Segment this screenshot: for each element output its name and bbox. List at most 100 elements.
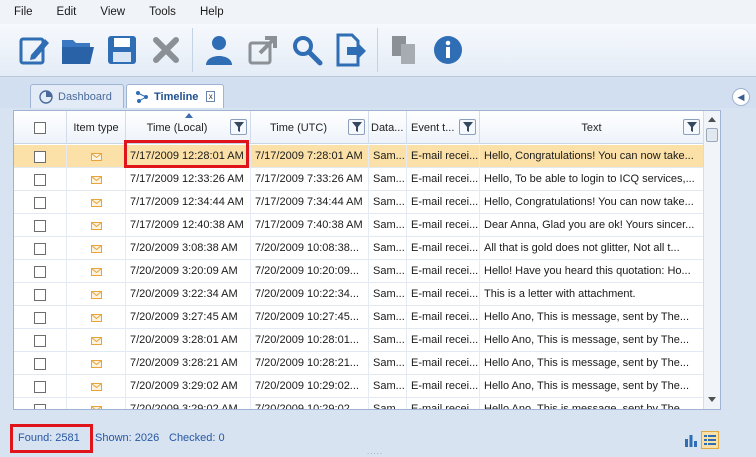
scroll-thumb[interactable] (706, 128, 718, 142)
scroll-down-icon[interactable] (708, 397, 716, 402)
column-event-label: Event t... (411, 121, 455, 134)
filter-icon (233, 122, 244, 132)
menu-view[interactable]: View (92, 0, 133, 24)
tab-close-button[interactable]: x (206, 91, 215, 102)
table-row[interactable]: 7/20/2009 3:20:09 AM 7/20/2009 10:20:09..… (14, 260, 704, 283)
column-data-label: Data... (371, 121, 404, 134)
time-local-cell: 7/20/2009 3:20:09 AM (126, 260, 251, 283)
item-type-cell (67, 329, 126, 352)
select-all-header (14, 111, 67, 144)
row-checkbox[interactable] (34, 311, 46, 324)
row-checkbox[interactable] (34, 219, 46, 232)
time-utc-cell: 7/20/2009 10:08:38... (251, 237, 369, 260)
row-checkbox[interactable] (34, 334, 46, 347)
user-icon (206, 36, 232, 65)
row-checkbox[interactable] (34, 288, 46, 301)
column-time-local-label: Time (Local) (146, 121, 208, 134)
save-button[interactable] (102, 27, 142, 73)
row-checkbox[interactable] (34, 403, 46, 409)
delete-button[interactable] (146, 27, 186, 73)
item-type-cell (67, 214, 126, 237)
time-utc-cell: 7/20/2009 10:29:02... (251, 398, 369, 409)
menu-help[interactable]: Help (192, 0, 232, 24)
goto-button[interactable] (331, 27, 371, 73)
menu-edit[interactable]: Edit (49, 0, 85, 24)
filter-text-button[interactable] (683, 119, 700, 135)
table-row[interactable]: 7/17/2009 12:28:01 AM 7/17/2009 7:28:01 A… (14, 145, 704, 168)
menu-tools[interactable]: Tools (141, 0, 184, 24)
table-row[interactable]: 7/20/2009 3:29:02 AM 7/20/2009 10:29:02..… (14, 398, 704, 409)
tab-dashboard[interactable]: Dashboard (30, 84, 124, 108)
menu-file[interactable]: File (6, 0, 41, 24)
table-row[interactable]: 7/17/2009 12:34:44 AM 7/17/2009 7:34:44 A… (14, 191, 704, 214)
column-header-data[interactable]: Data... (369, 111, 407, 144)
table-row[interactable]: 7/20/2009 3:28:21 AM 7/20/2009 10:28:21..… (14, 352, 704, 375)
tab-timeline[interactable]: Timeline x (126, 84, 224, 108)
toolbar-separator (192, 28, 193, 72)
shown-count: Shown: 2026 (95, 432, 160, 444)
open-button[interactable] (58, 27, 98, 73)
item-type-cell (67, 398, 126, 409)
item-type-cell (67, 352, 126, 375)
edit-button[interactable] (14, 27, 54, 73)
filter-time-utc-button[interactable] (348, 119, 365, 135)
chart-view-button[interactable] (682, 431, 700, 449)
time-local-cell: 7/20/2009 3:29:02 AM (126, 398, 251, 409)
item-type-cell (67, 237, 126, 260)
column-item-type-label: Item type (73, 121, 119, 134)
column-header-event-type[interactable]: Event t... (407, 111, 480, 144)
export-button[interactable] (243, 27, 283, 73)
user-button[interactable] (199, 27, 239, 73)
row-checkbox[interactable] (34, 380, 46, 393)
email-icon (90, 313, 102, 322)
time-local-cell: 7/17/2009 12:40:38 AM (126, 214, 251, 237)
list-view-button[interactable] (701, 431, 719, 449)
collapse-panel-button[interactable]: ◀ (732, 88, 750, 106)
event-type-cell: E-mail recei... (407, 168, 480, 191)
vertical-scrollbar[interactable] (703, 111, 720, 409)
column-header-time-utc[interactable]: Time (UTC) (251, 111, 369, 144)
event-type-cell: E-mail recei... (407, 329, 480, 352)
search-icon (293, 36, 323, 66)
row-checkbox-cell (14, 283, 67, 306)
table-row[interactable]: 7/20/2009 3:29:02 AM 7/20/2009 10:29:02..… (14, 375, 704, 398)
text-cell: Hello, Congratulations! You can now take… (480, 145, 704, 168)
table-row[interactable]: 7/20/2009 3:28:01 AM 7/20/2009 10:28:01..… (14, 329, 704, 352)
goto-icon (336, 33, 366, 67)
event-type-cell: E-mail recei... (407, 237, 480, 260)
table-row[interactable]: 7/20/2009 3:27:45 AM 7/20/2009 10:27:45..… (14, 306, 704, 329)
row-checkbox[interactable] (34, 173, 46, 186)
toolbar-separator (377, 28, 378, 72)
info-button[interactable] (428, 27, 468, 73)
email-icon (90, 152, 102, 161)
text-cell: This is a letter with attachment. (480, 283, 704, 306)
copy-button[interactable] (384, 27, 424, 73)
row-checkbox[interactable] (34, 265, 46, 278)
table-row[interactable]: 7/17/2009 12:33:26 AM 7/17/2009 7:33:26 A… (14, 168, 704, 191)
item-type-cell (67, 145, 126, 168)
table-row[interactable]: 7/20/2009 3:08:38 AM 7/20/2009 10:08:38..… (14, 237, 704, 260)
search-button[interactable] (287, 27, 327, 73)
highlight-box-found (10, 424, 93, 453)
column-header-text[interactable]: Text (480, 111, 704, 144)
table-row[interactable]: 7/20/2009 3:22:34 AM 7/20/2009 10:22:34..… (14, 283, 704, 306)
item-type-cell (67, 306, 126, 329)
scroll-up-icon[interactable] (708, 117, 716, 122)
column-header-item-type[interactable]: Item type (67, 111, 126, 144)
row-checkbox-cell (14, 168, 67, 191)
row-checkbox[interactable] (34, 357, 46, 370)
row-checkbox-cell (14, 260, 67, 283)
row-checkbox[interactable] (34, 242, 46, 255)
timeline-icon (135, 90, 149, 104)
sort-ascending-icon (185, 113, 193, 118)
event-type-cell: E-mail recei... (407, 306, 480, 329)
filter-event-button[interactable] (459, 119, 476, 135)
email-icon (90, 221, 102, 230)
row-checkbox[interactable] (34, 196, 46, 209)
copy-icon (392, 36, 415, 64)
select-all-checkbox[interactable] (34, 121, 46, 134)
resize-grip[interactable]: ..... (367, 447, 383, 456)
row-checkbox[interactable] (34, 150, 46, 163)
filter-time-local-button[interactable] (230, 119, 247, 135)
table-row[interactable]: 7/17/2009 12:40:38 AM 7/17/2009 7:40:38 A… (14, 214, 704, 237)
